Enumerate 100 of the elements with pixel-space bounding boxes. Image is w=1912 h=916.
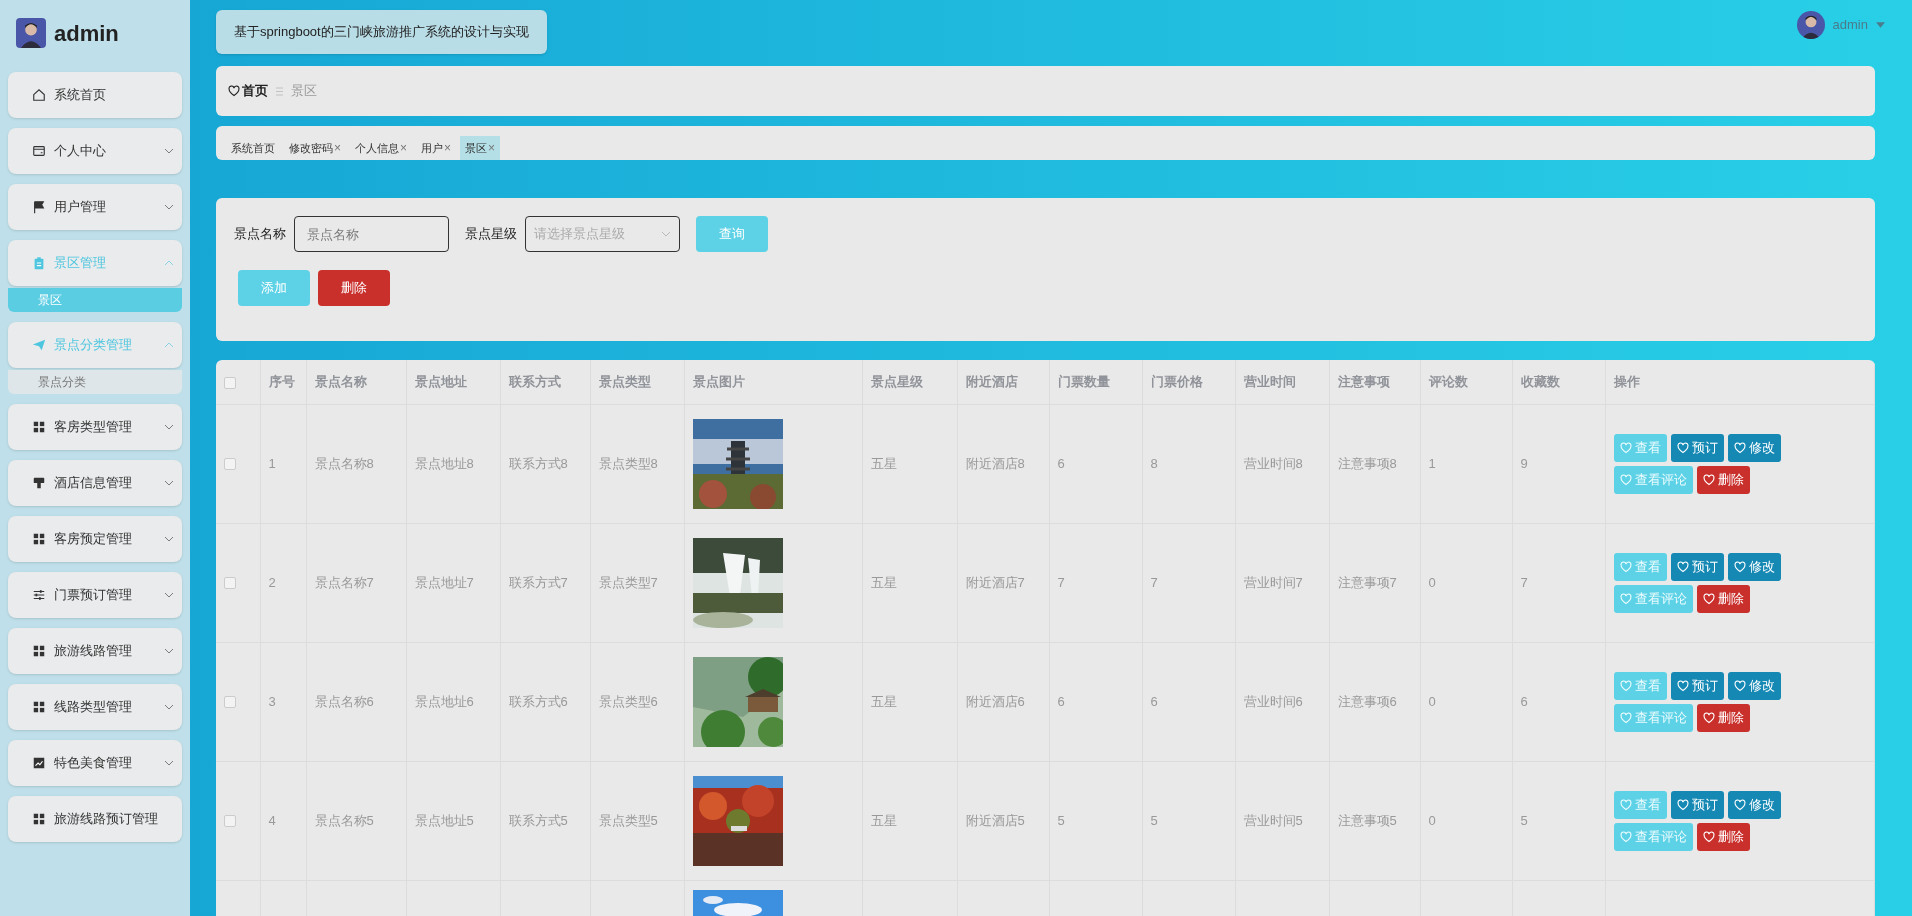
checkbox[interactable] [224, 577, 236, 590]
close-icon[interactable]: × [444, 139, 452, 157]
table-cell: 1 [1428, 455, 1436, 471]
checkbox[interactable] [224, 815, 236, 828]
clipboard-icon [32, 256, 46, 270]
grid-icon [32, 420, 46, 434]
action-button[interactable]: 预订 [1670, 433, 1724, 462]
heart-icon [1619, 592, 1632, 605]
tab[interactable]: 个人信息× [350, 136, 413, 160]
chevron-down-icon [164, 704, 174, 710]
user-menu[interactable]: admin [1832, 15, 1868, 35]
checkbox[interactable] [224, 376, 236, 389]
column-header: 景点星级 [862, 360, 957, 404]
table-cell: 5 [1057, 812, 1065, 828]
sliders-icon [32, 588, 46, 602]
tab[interactable]: 修改密码× [284, 136, 346, 160]
grid-icon [32, 700, 46, 714]
column-header: 景点地址 [406, 360, 500, 404]
heart-icon [1702, 830, 1715, 843]
action-button[interactable]: 修改 [1727, 433, 1781, 462]
table-cell: 营业时间8 [1243, 455, 1303, 471]
chevron-down-icon [164, 648, 174, 654]
table-cell: 景点类型6 [598, 693, 658, 709]
table-cell: 营业时间7 [1243, 574, 1303, 590]
action-button[interactable]: 修改 [1727, 552, 1781, 581]
table-cell: 景点类型7 [598, 574, 658, 590]
paper-plane-icon [32, 338, 46, 352]
table-cell: 五星 [870, 455, 897, 471]
close-icon[interactable]: × [334, 139, 341, 157]
breadcrumb-link[interactable]: 首页 [228, 81, 268, 101]
table-cell: 营业时间5 [1243, 812, 1303, 828]
sidebar-item[interactable]: 旅游线路预订管理 [8, 796, 182, 842]
sidebar-item[interactable]: 个人中心 [8, 128, 182, 174]
sidebar-item[interactable]: 酒店信息管理 [8, 460, 182, 506]
heart-icon [1702, 592, 1715, 605]
sidebar-item[interactable]: 系统首页 [8, 72, 182, 118]
table-cell: 4 [268, 812, 276, 828]
home-icon [32, 88, 46, 102]
checkbox[interactable] [224, 696, 236, 709]
action-button[interactable]: 预订 [1670, 790, 1724, 819]
input-field[interactable]: 景点名称 [294, 216, 449, 252]
action-button[interactable]: 删除 [1696, 584, 1750, 613]
avatar-icon [1796, 11, 1825, 39]
sidebar-item[interactable]: 线路类型管理 [8, 684, 182, 730]
chevron-up-icon [164, 342, 174, 348]
separator-icon [276, 86, 283, 96]
column-header: 联系方式 [500, 360, 590, 404]
table-cell: 2 [268, 574, 276, 590]
flag-icon [32, 200, 46, 214]
chevron-down-icon [164, 536, 174, 542]
action-button[interactable]: 预订 [1670, 552, 1724, 581]
sidebar-item[interactable]: 用户管理 [8, 184, 182, 230]
table-cell: 景点名称7 [314, 574, 374, 590]
table-cell: 附近酒店5 [965, 812, 1025, 828]
submenu-item[interactable]: 景点分类 [8, 370, 182, 394]
action-button[interactable]: 删除 [1696, 822, 1750, 851]
sidebar-item[interactable]: 门票预订管理 [8, 572, 182, 618]
column-header: 操作 [1605, 360, 1875, 404]
column-header: 注意事项 [1329, 360, 1420, 404]
close-icon[interactable]: × [488, 139, 496, 157]
sidebar-item[interactable]: 旅游线路管理 [8, 628, 182, 674]
checkbox[interactable] [224, 458, 236, 471]
action-button[interactable]: 修改 [1727, 671, 1781, 700]
column-header: 门票数量 [1049, 360, 1142, 404]
heart-icon [1733, 679, 1746, 692]
table-cell: 联系方式6 [508, 693, 568, 709]
chevron-down-icon [164, 424, 174, 430]
breadcrumb-current: 景区 [291, 82, 317, 101]
heart-icon [1702, 711, 1715, 724]
table-cell: 9 [1520, 455, 1528, 471]
grid-icon [32, 644, 46, 658]
sidebar-item[interactable]: 特色美食管理 [8, 740, 182, 786]
table-cell: 景点地址8 [414, 455, 474, 471]
delete-button[interactable]: 删除 [318, 270, 390, 306]
action-button[interactable]: 删除 [1696, 465, 1750, 494]
heart-icon [1619, 798, 1632, 811]
action-button[interactable]: 删除 [1696, 703, 1750, 732]
tab[interactable]: 用户× [416, 136, 457, 160]
sidebar-item[interactable]: 客房预定管理 [8, 516, 182, 562]
column-header: 评论数 [1420, 360, 1512, 404]
column-header: 收藏数 [1512, 360, 1605, 404]
column-header: 附近酒店 [957, 360, 1049, 404]
chevron-up-icon [164, 260, 174, 266]
action-button[interactable]: 预订 [1670, 671, 1724, 700]
sidebar-item[interactable]: 客房类型管理 [8, 404, 182, 450]
grid-icon [32, 812, 46, 826]
tab[interactable]: 系统首页 [226, 136, 280, 160]
table-cell: 6 [1520, 693, 1528, 709]
table-cell: 8 [1150, 455, 1158, 471]
close-icon[interactable]: × [400, 139, 408, 157]
column-header: 门票价格 [1142, 360, 1235, 404]
table-cell: 景点地址5 [414, 812, 474, 828]
table-cell: 6 [1150, 693, 1158, 709]
tab[interactable]: 景区× [460, 136, 501, 160]
table-cell: 5 [1150, 812, 1158, 828]
heart-icon [1619, 441, 1632, 454]
action-button[interactable]: 修改 [1727, 790, 1781, 819]
table-cell: 0 [1428, 574, 1436, 590]
table-cell: 1 [268, 455, 276, 471]
chevron-down-icon [164, 760, 174, 766]
